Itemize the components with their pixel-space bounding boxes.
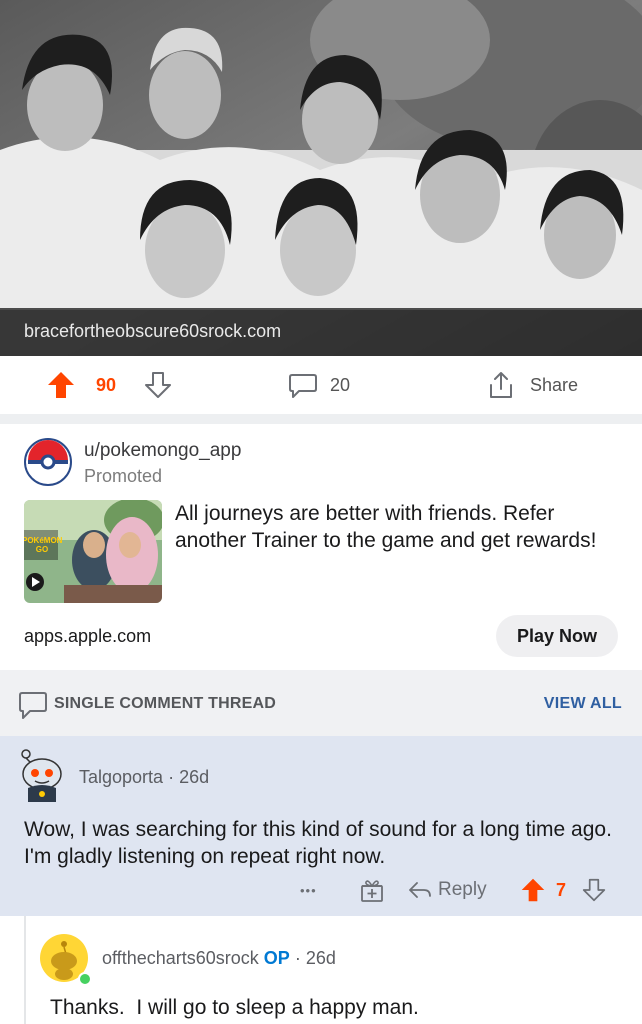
comment-count: 20 — [330, 374, 351, 395]
meta-dot: · — [168, 767, 180, 787]
promoted-label: Promoted — [84, 466, 163, 486]
section-divider — [0, 414, 642, 424]
comment-meta: Talgoporta · 26d — [79, 767, 209, 788]
comment-meta: offthecharts60srock OP · 26d — [102, 948, 336, 969]
downvote-button[interactable] — [144, 370, 172, 400]
promoted-username[interactable]: u/pokemongo_app — [84, 440, 241, 462]
promoted-thumbnail[interactable]: POKéMON GO — [24, 500, 162, 603]
comment-highlighted[interactable]: Talgoporta · 26d Wow, I was searching fo… — [0, 736, 642, 916]
reply-arrow-icon — [409, 882, 431, 898]
award-gift-icon — [361, 880, 383, 902]
online-status-icon — [78, 972, 92, 986]
play-now-button[interactable]: Play Now — [496, 615, 618, 657]
upvote-arrow-icon — [48, 372, 74, 398]
reply-label: Reply — [438, 879, 487, 900]
downvote-arrow-icon — [145, 372, 171, 398]
post-score: 90 — [96, 370, 116, 400]
promoted-domain[interactable]: apps.apple.com — [24, 626, 151, 647]
share-button[interactable]: Share — [486, 370, 578, 400]
post-score-text: 90 — [96, 374, 117, 395]
upvote-arrow-icon — [521, 878, 545, 902]
comment-age: 26d — [179, 767, 210, 787]
link-domain[interactable]: bracefortheobscure60srock.com — [24, 321, 281, 342]
op-badge: OP — [263, 948, 290, 968]
downvote-arrow-icon — [582, 878, 606, 902]
comment-bubble-icon — [289, 374, 317, 398]
comment-downvote-button[interactable] — [582, 876, 606, 904]
pokeball-avatar-icon[interactable] — [24, 438, 72, 486]
promoted-post[interactable]: u/pokemongo_app Promoted POKéMON GO All … — [0, 424, 642, 670]
comment-score: 7 — [556, 876, 566, 904]
band-photo — [0, 0, 642, 356]
snoo-avatar-icon[interactable] — [40, 934, 92, 986]
share-icon — [490, 372, 512, 398]
upvote-button[interactable] — [46, 370, 76, 400]
comment-score-text: 7 — [556, 879, 567, 900]
post-action-bar: 90 20 Share — [0, 356, 642, 414]
thread-title: SINGLE COMMENT THREAD — [54, 695, 276, 712]
promo-thumb-logo: POKéMON GO — [24, 536, 63, 554]
award-button[interactable] — [360, 876, 384, 904]
meta-dot: · — [294, 948, 306, 968]
snoo-avatar-icon[interactable] — [18, 744, 66, 804]
more-options-button[interactable]: ••• — [300, 876, 317, 904]
link-domain-bar[interactable]: bracefortheobscure60srock.com — [0, 308, 642, 356]
more-options-icon: ••• — [300, 882, 317, 898]
comment-bubble-icon — [19, 692, 47, 719]
comment-body: Thanks. I will go to sleep a happy man. — [50, 996, 419, 1019]
thread-line[interactable] — [24, 916, 26, 1024]
comment-reply[interactable]: offthecharts60srock OP · 26d Thanks. I w… — [0, 916, 642, 1024]
view-all-button[interactable]: VIEW ALL — [544, 695, 622, 713]
comment-author[interactable]: Talgoporta — [79, 767, 163, 787]
reply-button[interactable]: Reply — [408, 876, 487, 904]
comment-age: 26d — [305, 948, 336, 968]
promoted-body[interactable]: All journeys are better with friends. Re… — [175, 500, 615, 554]
single-thread-header: SINGLE COMMENT THREAD VIEW ALL — [0, 670, 642, 736]
post-image[interactable]: bracefortheobscure60srock.com — [0, 0, 642, 356]
share-label: Share — [530, 374, 579, 395]
comments-button[interactable]: 20 — [288, 370, 350, 400]
comment-author[interactable]: offthecharts60srock — [102, 948, 259, 968]
comment-body: Wow, I was searching for this kind of so… — [24, 818, 612, 868]
comment-upvote-button[interactable] — [520, 876, 546, 904]
